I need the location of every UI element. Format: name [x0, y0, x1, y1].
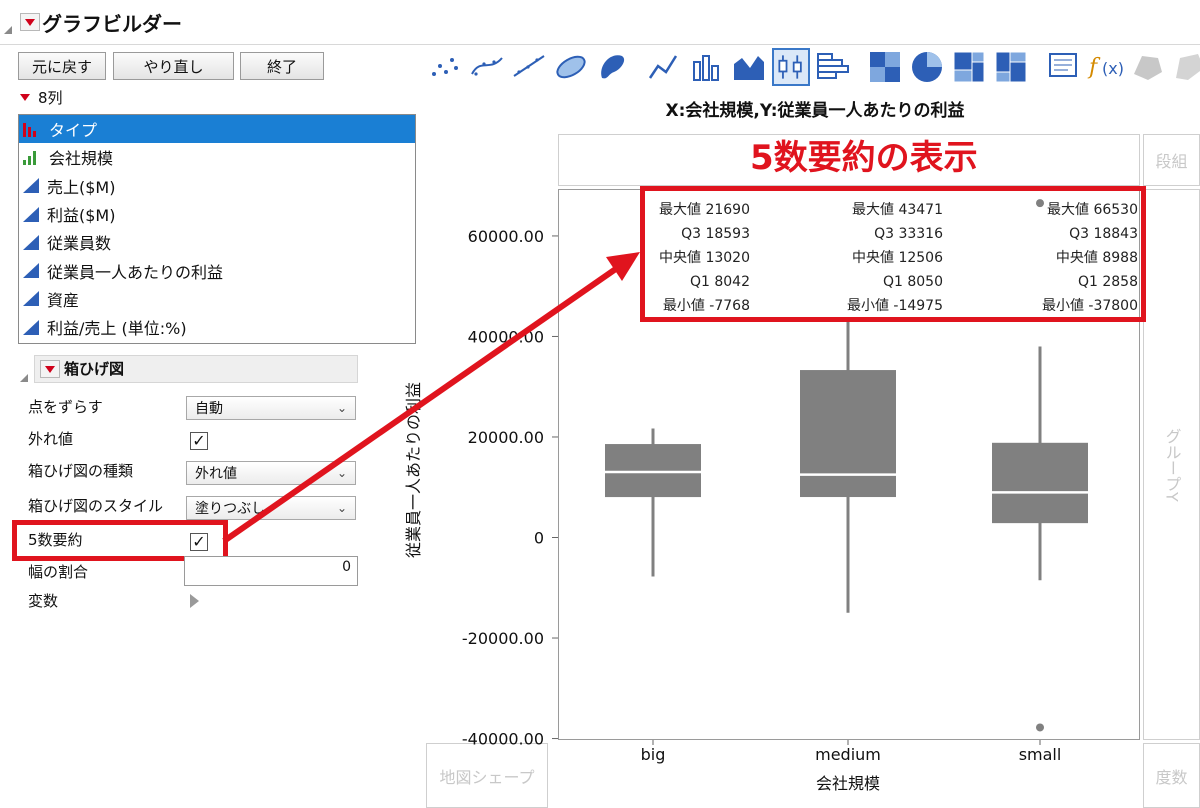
arrow-shaft — [222, 263, 622, 544]
arrow-head — [606, 252, 640, 281]
annotation-arrow — [222, 252, 640, 544]
